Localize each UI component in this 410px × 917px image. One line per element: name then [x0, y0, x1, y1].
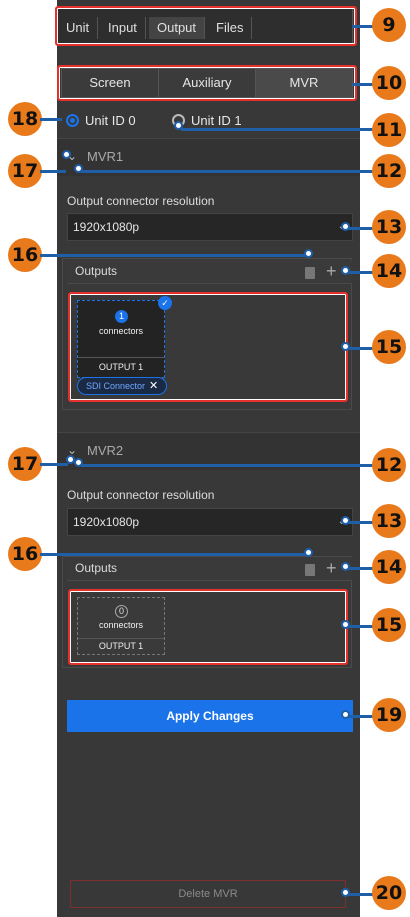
- highlight-frame: [57, 65, 357, 101]
- resolution-value: 1920x1080p: [73, 220, 140, 234]
- callout-badge: 12: [372, 448, 406, 482]
- callout-badge: 10: [372, 66, 406, 100]
- callout-badge: 14: [372, 254, 406, 288]
- resolution-label: Output connector resolution: [67, 488, 215, 502]
- callout-badge: 17: [8, 154, 42, 188]
- delete-mvr-button[interactable]: Delete MVR: [70, 880, 346, 908]
- callout-pin: [341, 888, 350, 897]
- callout-badge: 14: [372, 550, 406, 584]
- resolution-label: Output connector resolution: [67, 194, 215, 208]
- connector-label: connectors: [98, 326, 144, 336]
- callout-line: [346, 227, 374, 230]
- callout-line: [346, 271, 374, 274]
- callout-line: [346, 625, 374, 628]
- callout-badge: 17: [8, 447, 42, 481]
- apply-changes-button[interactable]: Apply Changes: [67, 700, 353, 732]
- resolution-value: 1920x1080p: [73, 515, 140, 529]
- trash-icon[interactable]: [305, 267, 315, 279]
- unit-id-0-radio[interactable]: Unit ID 0: [66, 112, 136, 128]
- trash-icon[interactable]: [305, 564, 315, 576]
- outputs-label: Outputs: [75, 561, 118, 575]
- callout-line: [81, 464, 374, 467]
- chip-label: SDI Connector: [86, 381, 146, 391]
- callout-pin: [62, 150, 71, 159]
- connector-count: 0: [115, 605, 128, 618]
- output-connector-card[interactable]: 0 connectors OUTPUT 1: [77, 597, 165, 655]
- output-connector-card[interactable]: 1 connectors OUTPUT 1: [77, 300, 165, 378]
- close-icon[interactable]: ✕: [149, 380, 158, 392]
- callout-badge: 13: [372, 210, 406, 244]
- mvr1-title: MVR1: [87, 149, 124, 164]
- mvr2-title: MVR2: [87, 443, 124, 458]
- callout-pin: [304, 548, 313, 557]
- callout-pin: [341, 342, 350, 351]
- callout-badge: 16: [8, 537, 42, 571]
- callout-line: [352, 25, 374, 28]
- callout-line: [352, 83, 374, 86]
- add-icon[interactable]: +: [326, 262, 337, 280]
- unit-id-0-label: Unit ID 0: [85, 112, 136, 128]
- callout-badge: 19: [372, 698, 406, 732]
- callout-line: [40, 553, 308, 556]
- output-name: OUTPUT 1: [78, 638, 164, 654]
- callout-badge: 18: [8, 102, 42, 136]
- callout-line: [346, 567, 374, 570]
- callout-badge: 15: [372, 608, 406, 642]
- callout-line: [81, 170, 374, 173]
- callout-badge: 11: [372, 113, 406, 147]
- callout-badge: 12: [372, 154, 406, 188]
- callout-badge: 13: [372, 504, 406, 538]
- radio-selected-icon: [66, 113, 79, 127]
- callout-line: [40, 463, 68, 466]
- callout-pin: [341, 620, 350, 629]
- callout-pin: [341, 266, 350, 275]
- resolution-select[interactable]: 1920x1080p ⌄: [67, 508, 353, 536]
- callout-line: [346, 347, 374, 350]
- callout-pin: [341, 562, 350, 571]
- callout-pin: [341, 710, 350, 719]
- highlight-frame: [55, 6, 357, 46]
- callout-badge: 15: [372, 330, 406, 364]
- unit-id-1-label: Unit ID 1: [191, 112, 242, 128]
- callout-badge: 20: [372, 876, 406, 910]
- callout-line: [40, 170, 66, 173]
- callout-pin: [341, 222, 350, 231]
- connector-chip[interactable]: SDI Connector ✕: [77, 377, 168, 395]
- callout-badge: 16: [8, 238, 42, 272]
- callout-pin: [341, 516, 350, 525]
- outputs-label: Outputs: [75, 264, 118, 278]
- connector-count: 1: [115, 310, 128, 323]
- callout-line: [181, 128, 374, 131]
- callout-line: [40, 118, 62, 121]
- callout-line: [346, 893, 374, 896]
- callout-line: [346, 521, 374, 524]
- callout-badge: 9: [372, 8, 406, 42]
- add-icon[interactable]: +: [326, 559, 337, 577]
- callout-line: [346, 715, 374, 718]
- callout-pin: [304, 249, 313, 258]
- callout-line: [40, 254, 308, 257]
- resolution-select[interactable]: 1920x1080p ⌄: [67, 213, 353, 241]
- connector-label: connectors: [98, 620, 144, 630]
- output-name: OUTPUT 1: [78, 357, 164, 377]
- check-icon: ✓: [158, 296, 172, 310]
